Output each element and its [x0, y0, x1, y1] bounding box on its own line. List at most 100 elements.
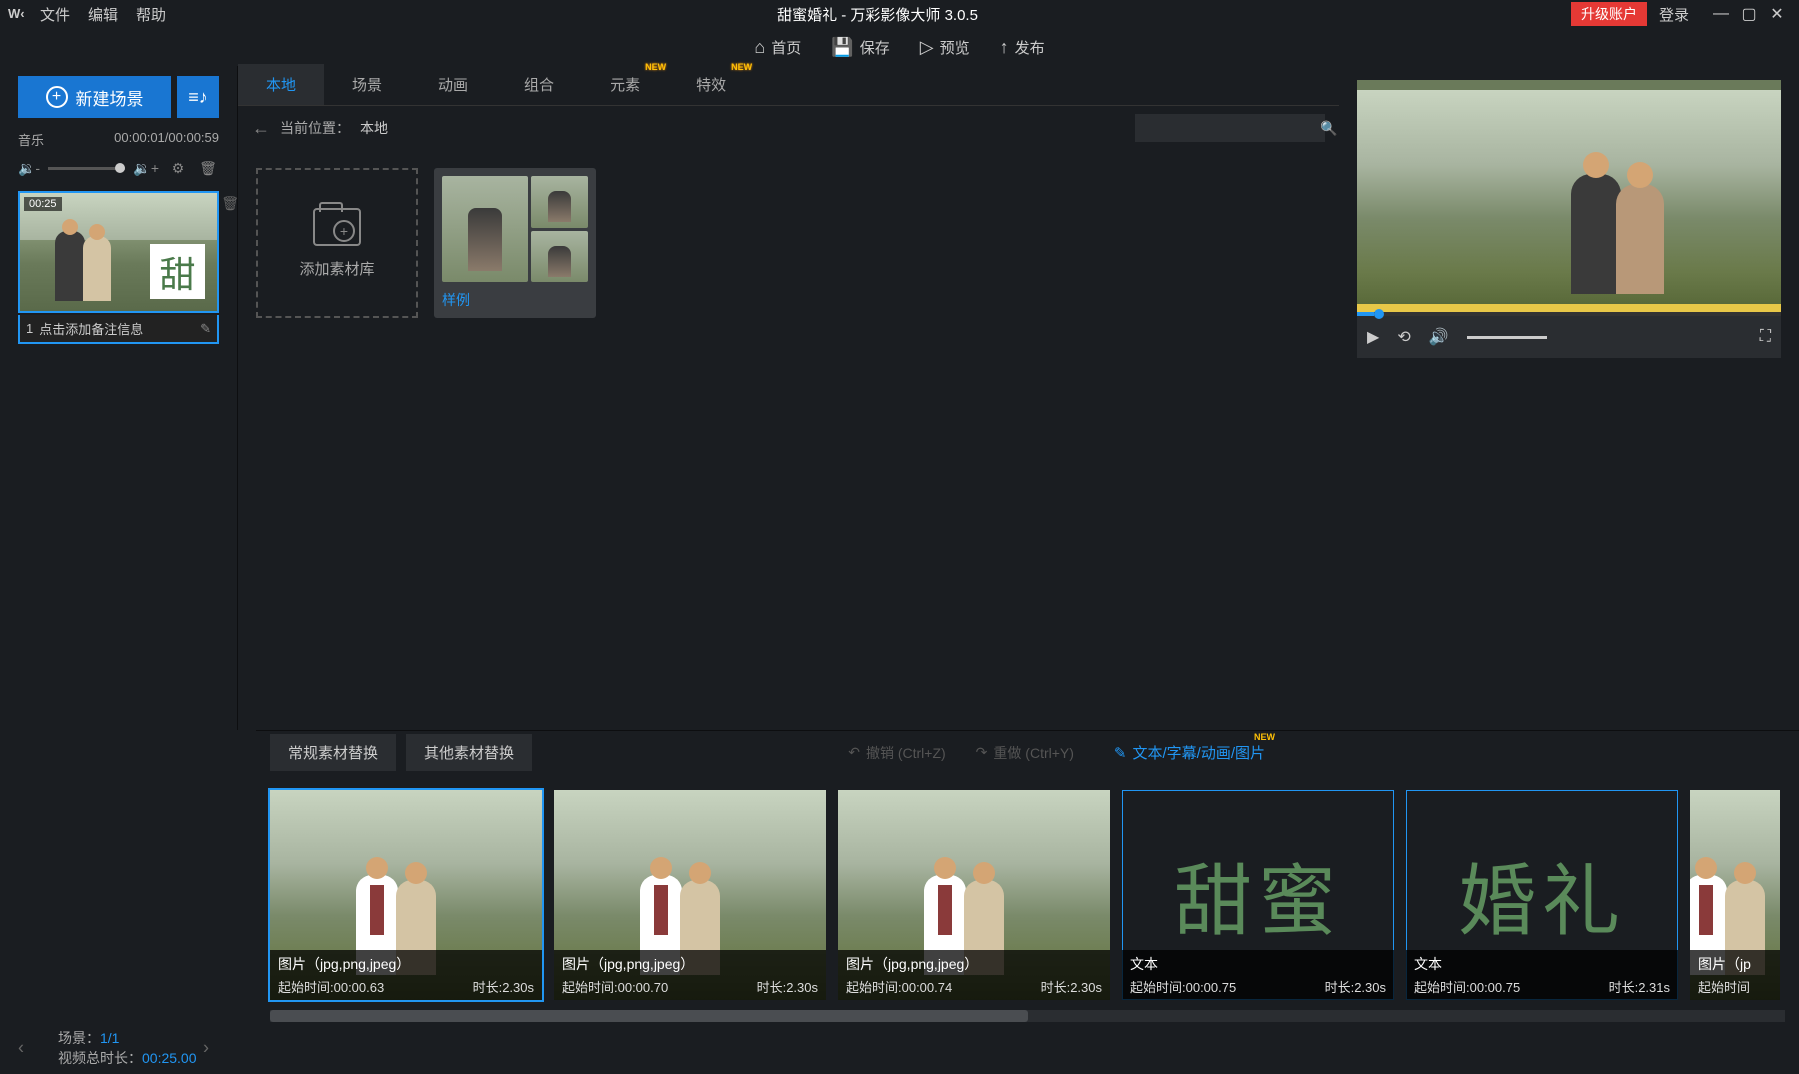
music-label: 音乐 [18, 130, 44, 149]
scene-list-button[interactable]: ≡♪ [177, 76, 219, 118]
menu-help[interactable]: 帮助 [136, 4, 166, 25]
window-title: 甜蜜婚礼 - 万彩影像大师 3.0.5 [184, 4, 1571, 25]
clip-start: 起始时间:00:00.75 [1414, 977, 1520, 996]
clip-item[interactable]: 婚礼 文本 起始时间:00:00.75 时长:2.31s [1406, 790, 1678, 1000]
clip-info: 图片（jpg,png,jpeg） 起始时间:00:00.63 时长:2.30s [270, 950, 542, 1000]
clip-duration: 时长:2.30s [1325, 977, 1386, 996]
scene-caption-row[interactable]: 1 点击添加备注信息 ✎ [18, 315, 219, 344]
redo-icon: ↷ [976, 744, 988, 761]
delete-scene-icon[interactable]: 🗑 [221, 195, 239, 212]
volume-slider[interactable] [48, 167, 125, 170]
clip-item[interactable]: 图片（jpg,png,jpeg） 起始时间:00:00.74 时长:2.30s [838, 790, 1110, 1000]
clip-start: 起始时间 [1698, 977, 1750, 996]
clip-title: 图片（jp [1698, 954, 1772, 974]
add-asset-library-tile[interactable]: 添加素材库 [256, 168, 418, 318]
clip-duration: 时长:2.30s [757, 977, 818, 996]
search-input[interactable] [1143, 121, 1320, 136]
preview-scrubber[interactable] [1357, 312, 1781, 316]
toolbar-home[interactable]: ⌂首页 [754, 37, 801, 58]
tab-combo[interactable]: 组合 [496, 64, 582, 105]
minimize-button[interactable]: — [1707, 0, 1735, 28]
preview-viewport[interactable] [1357, 80, 1781, 312]
add-lib-label: 添加素材库 [299, 258, 374, 279]
scene-duration-badge: 00:25 [24, 197, 62, 211]
search-box[interactable]: 🔍 [1135, 114, 1325, 142]
upload-icon: ↑ [1000, 37, 1009, 58]
menu-edit[interactable]: 编辑 [88, 4, 118, 25]
breadcrumb-value: 本地 [360, 118, 388, 138]
tab-other-replace[interactable]: 其他素材替换 [406, 734, 532, 771]
trash-icon[interactable]: 🗑 [197, 157, 219, 179]
tab-scene[interactable]: 场景 [324, 64, 410, 105]
tab-local[interactable]: 本地 [238, 64, 324, 105]
upgrade-button[interactable]: 升级账户 [1571, 2, 1647, 26]
volume-down-icon[interactable]: 🔉- [18, 160, 40, 177]
save-icon: 💾 [831, 37, 853, 58]
tab-normal-replace[interactable]: 常规素材替换 [270, 734, 396, 771]
toolbar-preview[interactable]: ▷预览 [920, 37, 970, 58]
sample-thumbnails [442, 176, 588, 282]
plus-circle-icon: + [46, 86, 68, 108]
close-button[interactable]: ✕ [1763, 0, 1791, 28]
scene-panel: + 新建场景 ≡♪ 音乐 00:00:01/00:00:59 🔉- 🔉+ ⚙ 🗑… [0, 66, 238, 730]
breadcrumb-label: 当前位置： [280, 118, 350, 138]
prev-scene-arrow-icon[interactable]: ‹ [18, 1038, 24, 1059]
clip-info: 图片（jpg,png,jpeg） 起始时间:00:00.70 时长:2.30s [554, 950, 826, 1000]
home-icon: ⌂ [754, 37, 765, 58]
status-total-label: 视频总时长： [58, 1050, 142, 1066]
top-toolbar: ⌂首页 💾 保存 ▷预览 ↑发布 [0, 28, 1799, 66]
back-arrow-icon[interactable]: ← [252, 118, 270, 139]
title-bar: W‹ 文件 编辑 帮助 甜蜜婚礼 - 万彩影像大师 3.0.5 升级账户 登录 … [0, 0, 1799, 28]
music-time: 00:00:01/00:00:59 [114, 130, 219, 149]
clip-item[interactable]: 甜蜜 文本 起始时间:00:00.75 时长:2.30s [1122, 790, 1394, 1000]
menu-file[interactable]: 文件 [40, 4, 70, 25]
login-button[interactable]: 登录 [1659, 4, 1689, 25]
clip-item[interactable]: 图片（jpg,png,jpeg） 起始时间:00:00.63 时长:2.30s [270, 790, 542, 1000]
search-icon[interactable]: 🔍 [1320, 120, 1337, 137]
clip-title: 图片（jpg,png,jpeg） [846, 954, 1102, 974]
sample-folder-tile[interactable]: 样例 [434, 168, 596, 318]
fullscreen-icon[interactable]: ⛶ [1760, 328, 1771, 346]
asset-panel: 本地 场景 动画 组合 元素NEW 特效NEW ← 当前位置： 本地 🔍 添加素… [238, 66, 1339, 730]
toolbar-save-label: 保存 [860, 37, 890, 58]
new-badge: NEW [1254, 732, 1275, 742]
maximize-button[interactable]: ▢ [1735, 0, 1763, 28]
settings-icon[interactable]: ⚙ [167, 157, 189, 179]
clip-title: 文本 [1414, 954, 1670, 974]
clips-scrollbar[interactable] [270, 1010, 1785, 1022]
volume-up-icon[interactable]: 🔉+ [133, 160, 159, 177]
new-badge: NEW [731, 62, 752, 72]
next-scene-arrow-icon[interactable]: › [203, 1038, 209, 1059]
clip-item[interactable]: 图片（jpg,png,jpeg） 起始时间:00:00.70 时长:2.30s [554, 790, 826, 1000]
clips-row: 图片（jpg,png,jpeg） 起始时间:00:00.63 时长:2.30s … [0, 774, 1799, 1010]
redo-button[interactable]: ↷重做 (Ctrl+Y) [976, 743, 1074, 763]
tab-animation[interactable]: 动画 [410, 64, 496, 105]
tab-effect[interactable]: 特效NEW [668, 64, 754, 105]
text-subtitle-link[interactable]: ✎ 文本/字幕/动画/图片 NEW [1114, 742, 1265, 763]
breadcrumb: ← 当前位置： 本地 🔍 [238, 106, 1339, 150]
loop-icon[interactable]: ⟲ [1397, 327, 1410, 347]
volume-icon[interactable]: 🔊 [1429, 327, 1449, 347]
timeline-panel: 常规素材替换 其他素材替换 ↶撤销 (Ctrl+Z) ↷重做 (Ctrl+Y) … [0, 730, 1799, 1074]
play-icon[interactable]: ▶ [1367, 327, 1379, 347]
preview-volume-slider[interactable] [1467, 336, 1547, 339]
clip-info: 图片（jpg,png,jpeg） 起始时间:00:00.74 时长:2.30s [838, 950, 1110, 1000]
clip-start: 起始时间:00:00.74 [846, 977, 952, 996]
status-scene-label: 场景： [58, 1030, 100, 1046]
clip-item[interactable]: 图片（jp 起始时间 [1690, 790, 1780, 1000]
new-scene-button[interactable]: + 新建场景 [18, 76, 171, 118]
clip-title: 图片（jpg,png,jpeg） [562, 954, 818, 974]
toolbar-save[interactable]: 💾 保存 [831, 37, 889, 58]
scene-caption: 点击添加备注信息 [39, 319, 200, 338]
tab-element[interactable]: 元素NEW [582, 64, 668, 105]
undo-button[interactable]: ↶撤销 (Ctrl+Z) [848, 743, 945, 763]
clip-text-char: 甜蜜 [1174, 839, 1342, 951]
toolbar-publish[interactable]: ↑发布 [1000, 37, 1045, 58]
clip-info: 文本 起始时间:00:00.75 时长:2.30s [1122, 950, 1394, 1000]
scene-thumbnail[interactable]: 甜 00:25 [18, 191, 219, 313]
undo-icon: ↶ [848, 744, 860, 761]
edit-icon[interactable]: ✎ [200, 321, 211, 337]
preview-controls: ▶ ⟲ 🔊 ⛶ [1357, 316, 1781, 358]
clip-info: 文本 起始时间:00:00.75 时长:2.31s [1406, 950, 1678, 1000]
scene-index: 1 [26, 321, 33, 336]
